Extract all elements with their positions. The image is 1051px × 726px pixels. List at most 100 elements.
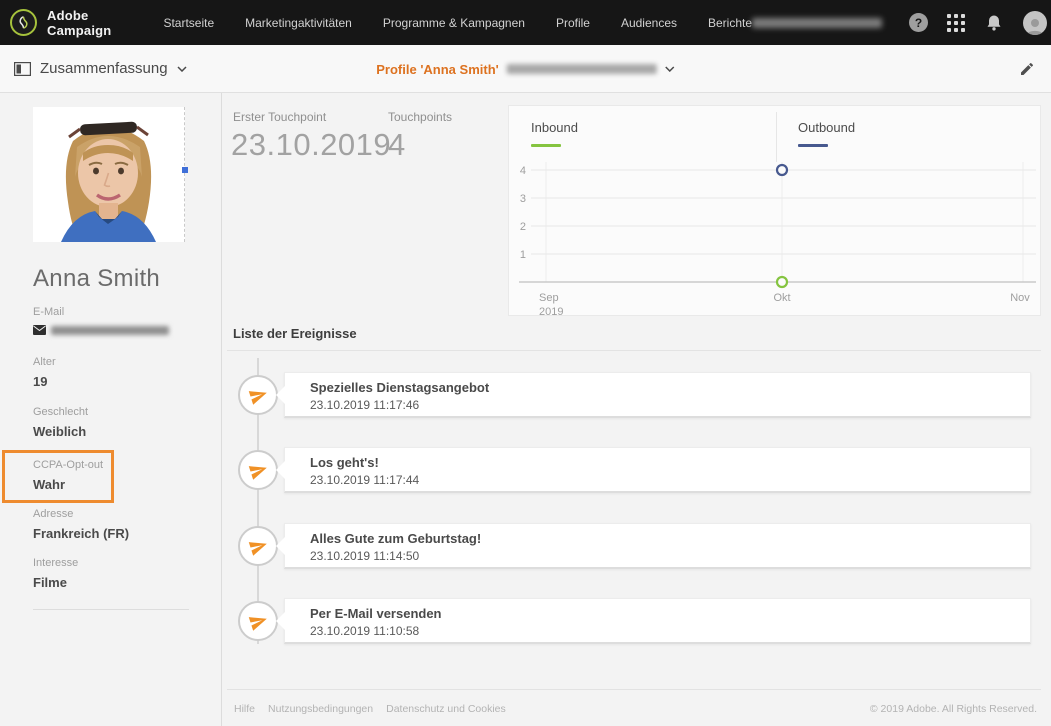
field-interest-value: Filme bbox=[33, 575, 67, 590]
legend-divider bbox=[776, 112, 777, 162]
nav-item-marketingaktivitaeten[interactable]: Marketingaktivitäten bbox=[245, 16, 352, 30]
xtick-okt: Okt bbox=[773, 292, 790, 304]
sidebar-divider bbox=[33, 609, 189, 610]
event-title: Spezielles Dienstagsangebot bbox=[310, 380, 490, 395]
inbound-data-point[interactable] bbox=[775, 275, 789, 289]
view-label: Zusammenfassung bbox=[40, 60, 168, 77]
touchpoints-value: 4 bbox=[388, 127, 406, 162]
footer-divider bbox=[227, 689, 1041, 690]
send-paper-plane-icon bbox=[248, 616, 267, 631]
timeline-node bbox=[238, 375, 278, 415]
field-email: E-Mail bbox=[33, 306, 169, 335]
ytick-1: 1 bbox=[520, 249, 526, 261]
footer-link-hilfe[interactable]: Hilfe bbox=[234, 703, 255, 715]
email-value-redacted bbox=[51, 325, 169, 335]
edit-profile-button[interactable] bbox=[1019, 61, 1035, 77]
user-avatar-icon[interactable] bbox=[1023, 10, 1048, 35]
nav-right-cluster: ? bbox=[752, 10, 1048, 35]
field-gender-label: Geschlecht bbox=[33, 406, 89, 418]
toolbar: Zusammenfassung Profile 'Anna Smith' bbox=[0, 45, 1051, 93]
copyright-text: © 2019 Adobe. All Rights Reserved. bbox=[869, 703, 1037, 715]
outbound-data-point[interactable] bbox=[775, 163, 789, 177]
field-ccpa-value: Wahr bbox=[33, 477, 66, 492]
nav-item-berichte[interactable]: Berichte bbox=[708, 16, 752, 30]
field-email-label: E-Mail bbox=[33, 306, 65, 318]
event-timestamp: 23.10.2019 11:14:50 bbox=[310, 549, 420, 563]
legend-outbound-label: Outbound bbox=[798, 120, 856, 135]
logged-in-user-redacted[interactable] bbox=[752, 17, 883, 28]
field-ccpa-label: CCPA-Opt-out bbox=[33, 459, 104, 471]
notifications-bell-icon[interactable] bbox=[984, 13, 1004, 33]
footer-link-nutzungsbedingungen[interactable]: Nutzungsbedingungen bbox=[268, 703, 373, 715]
adobe-campaign-logo-icon[interactable] bbox=[10, 9, 37, 36]
profile-email-redacted bbox=[506, 64, 657, 74]
footer-link-datenschutz[interactable]: Datenschutz und Cookies bbox=[386, 703, 506, 715]
envelope-icon bbox=[33, 325, 46, 335]
field-age-label: Alter bbox=[33, 356, 56, 368]
person-silhouette-icon bbox=[1027, 18, 1044, 35]
event-title: Per E-Mail versenden bbox=[310, 606, 442, 621]
touchpoints-label: Touchpoints bbox=[388, 110, 453, 124]
pencil-icon bbox=[1021, 62, 1033, 75]
legend-inbound-label: Inbound bbox=[531, 120, 578, 135]
nav-items: Startseite Marketingaktivitäten Programm… bbox=[163, 16, 752, 30]
event-card[interactable]: Per E-Mail versenden 23.10.2019 11:10:58 bbox=[276, 598, 1031, 644]
field-interest-label: Interesse bbox=[33, 557, 79, 569]
field-gender-value: Weiblich bbox=[33, 424, 87, 439]
events-section-title: Liste der Ereignisse bbox=[233, 326, 357, 341]
top-nav: Adobe Campaign Startseite Marketingaktiv… bbox=[0, 0, 1051, 45]
campaign-glyph-icon bbox=[19, 16, 28, 29]
event-timestamp: 23.10.2019 11:17:46 bbox=[310, 398, 420, 412]
xtick-nov: Nov bbox=[1010, 292, 1030, 304]
ytick-4: 4 bbox=[520, 165, 526, 177]
touchpoints-plot: 4 3 2 1 Sep 2019 Okt Nov bbox=[519, 162, 1036, 316]
touchpoints-chart-panel: Inbound Outbound 4 3 2 1 Sep 2019 Okt No… bbox=[508, 105, 1041, 316]
nav-item-startseite[interactable]: Startseite bbox=[163, 16, 214, 30]
events-divider bbox=[227, 350, 1041, 351]
event-card[interactable]: Alles Gute zum Geburtstag! 23.10.2019 11… bbox=[276, 523, 1031, 569]
chevron-down-icon bbox=[665, 66, 675, 72]
field-gender: Geschlecht Weiblich bbox=[33, 406, 88, 439]
xtick-sep: Sep bbox=[539, 292, 559, 304]
legend-outbound: Outbound bbox=[798, 120, 855, 147]
event-title: Los geht's! bbox=[310, 455, 379, 470]
first-touchpoint-label: Erster Touchpoint bbox=[233, 110, 327, 124]
event-card[interactable]: Los geht's! 23.10.2019 11:17:44 bbox=[276, 447, 1031, 493]
event-card[interactable]: Spezielles Dienstagsangebot 23.10.2019 1… bbox=[276, 372, 1031, 418]
field-age-value: 19 bbox=[33, 374, 48, 389]
profile-name: Anna Smith bbox=[33, 265, 161, 292]
timeline-node bbox=[238, 526, 278, 566]
nav-item-audiences[interactable]: Audiences bbox=[621, 16, 677, 30]
send-paper-plane-icon bbox=[248, 465, 267, 480]
portrait-image bbox=[33, 107, 184, 242]
adobe-campaign-app: Adobe Campaign Startseite Marketingaktiv… bbox=[0, 0, 1051, 726]
field-interest: Interesse Filme bbox=[33, 557, 78, 590]
page-title: Profile 'Anna Smith' bbox=[376, 61, 499, 77]
field-age: Alter 19 bbox=[33, 356, 56, 389]
help-icon[interactable]: ? bbox=[909, 13, 929, 32]
send-paper-plane-icon bbox=[248, 390, 267, 405]
view-switcher-dropdown[interactable]: Zusammenfassung bbox=[14, 60, 187, 77]
brand-title[interactable]: Adobe Campaign bbox=[47, 8, 111, 38]
profile-sidebar: Anna Smith E-Mail Alter 19 Geschlecht We… bbox=[0, 93, 222, 726]
ytick-3: 3 bbox=[520, 193, 526, 205]
nav-item-programme-kampagnen[interactable]: Programme & Kampagnen bbox=[383, 16, 525, 30]
footer-links: Hilfe Nutzungsbedingungen Datenschutz un… bbox=[234, 703, 506, 715]
field-address: Adresse Frankreich (FR) bbox=[33, 508, 129, 541]
profile-title-dropdown[interactable]: Profile 'Anna Smith' bbox=[376, 45, 675, 93]
field-address-label: Adresse bbox=[33, 508, 74, 520]
timeline-node bbox=[238, 601, 278, 641]
photo-selection-handle[interactable] bbox=[182, 167, 188, 173]
first-touchpoint-value: 23.10.2019 bbox=[231, 127, 392, 162]
field-address-value: Frankreich (FR) bbox=[33, 526, 130, 541]
legend-outbound-swatch bbox=[798, 144, 828, 147]
timeline-node bbox=[238, 450, 278, 490]
legend-inbound-swatch bbox=[531, 144, 561, 147]
field-ccpa-opt-out: CCPA-Opt-out Wahr bbox=[33, 459, 103, 492]
send-paper-plane-icon bbox=[248, 541, 267, 556]
app-switcher-icon[interactable] bbox=[947, 13, 966, 32]
xtick-year: 2019 bbox=[539, 306, 563, 316]
event-timestamp: 23.10.2019 11:10:58 bbox=[310, 624, 420, 638]
nav-item-profile[interactable]: Profile bbox=[556, 16, 590, 30]
event-timestamp: 23.10.2019 11:17:44 bbox=[310, 473, 420, 487]
